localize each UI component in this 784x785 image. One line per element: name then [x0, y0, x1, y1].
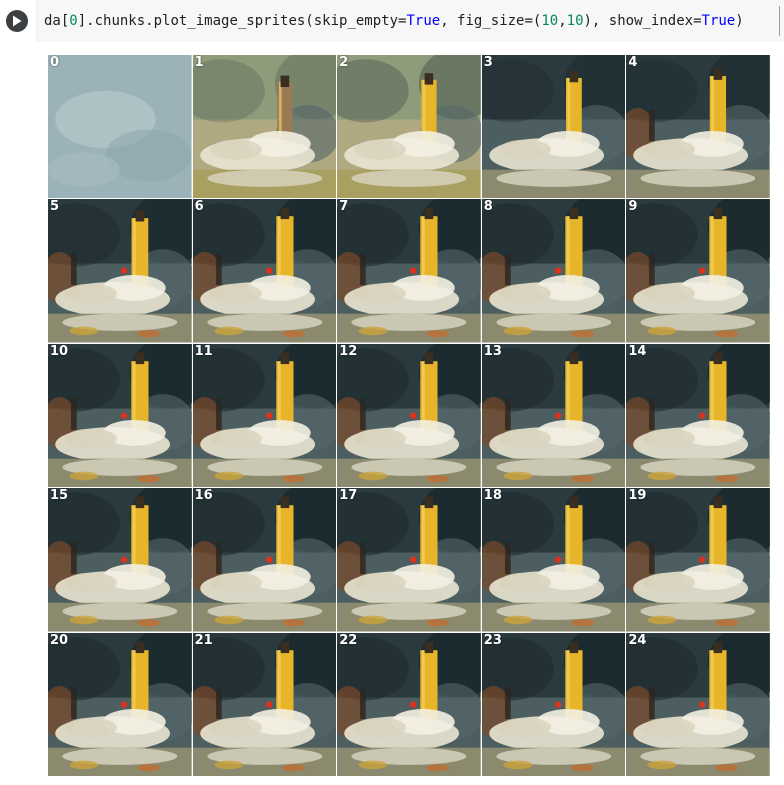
sprite-index-label: 0	[50, 55, 60, 70]
sprite-tile: 9	[626, 199, 770, 343]
code-keyword: True	[406, 13, 441, 29]
code-text: , fig_size=(	[440, 13, 542, 29]
run-cell-button[interactable]	[6, 10, 28, 32]
sprite-image	[337, 488, 481, 632]
code-text: ].chunks.plot_image_sprites(skip_empty=	[77, 13, 407, 29]
sprite-image	[192, 632, 337, 776]
sprite-index-label: 2	[339, 55, 349, 70]
text-caret	[779, 6, 780, 36]
sprite-index-label: 17	[339, 488, 358, 504]
sprite-grid-output: 0 1 2 3 4 5 6 7 8 9 10 11 12 13 14 15 16 17 18 19 20 21 22 23 24	[48, 55, 770, 776]
sprite-image	[48, 343, 192, 488]
sprite-tile: 7	[337, 199, 481, 343]
sprite-tile: 6	[192, 199, 337, 343]
sprite-index-label: 11	[194, 343, 213, 359]
code-line: da[0].chunks.plot_image_sprites(skip_emp…	[44, 11, 744, 31]
sprite-index-label: 20	[50, 632, 69, 648]
sprite-index-label: 21	[194, 632, 213, 648]
sprite-tile: 14	[626, 343, 770, 488]
sprite-index-label: 15	[50, 488, 69, 504]
code-number: 10	[566, 13, 584, 29]
sprite-index-label: 16	[194, 488, 213, 504]
sprite-index-label: 9	[628, 199, 638, 215]
code-text: da[	[44, 13, 70, 29]
sprite-image	[48, 199, 192, 343]
sprite-image	[192, 55, 337, 199]
sprite-image	[626, 343, 770, 488]
sprite-tile: 1	[192, 55, 337, 199]
sprite-image	[481, 488, 626, 632]
sprite-index-label: 14	[628, 343, 647, 359]
sprite-tile: 18	[481, 488, 626, 632]
sprite-index-label: 24	[628, 632, 647, 648]
sprite-image	[192, 488, 337, 632]
sprite-image	[48, 632, 192, 776]
sprite-image	[192, 343, 337, 488]
sprite-tile: 12	[337, 343, 481, 488]
sprite-tile: 3	[481, 55, 626, 199]
sprite-index-label: 19	[628, 488, 647, 504]
sprite-index-label: 23	[483, 632, 502, 648]
sprite-index-label: 10	[50, 343, 69, 359]
sprite-image	[626, 199, 770, 343]
sprite-index-label: 6	[194, 199, 204, 215]
sprite-index-label: 5	[50, 199, 60, 215]
code-text: ,	[558, 13, 567, 29]
sprite-image	[481, 55, 626, 199]
sprite-image	[481, 199, 626, 343]
sprite-index-label: 12	[339, 343, 358, 359]
sprite-tile: 22	[337, 632, 481, 776]
sprite-image	[626, 488, 770, 632]
sprite-index-label: 8	[483, 199, 493, 215]
sprite-image	[481, 343, 626, 488]
sprite-tile: 4	[626, 55, 770, 199]
sprite-tile: 13	[481, 343, 626, 488]
sprite-image	[481, 632, 626, 776]
sprite-image	[192, 199, 337, 343]
sprite-image	[48, 55, 192, 199]
sprite-index-label: 18	[483, 488, 502, 504]
sprite-tile: 11	[192, 343, 337, 488]
code-text: ), show_index=	[583, 13, 702, 29]
sprite-index-label: 1	[194, 55, 204, 70]
sprite-index-label: 4	[628, 55, 638, 70]
sprite-tile: 0	[48, 55, 192, 199]
sprite-tile: 2	[337, 55, 481, 199]
code-keyword: True	[701, 13, 736, 29]
play-icon	[13, 15, 22, 27]
sprite-tile: 24	[626, 632, 770, 776]
sprite-image	[337, 55, 481, 199]
sprite-tile: 20	[48, 632, 192, 776]
code-number: 10	[541, 13, 559, 29]
sprite-index-label: 3	[483, 55, 493, 70]
sprite-tile: 15	[48, 488, 192, 632]
sprite-tile: 23	[481, 632, 626, 776]
code-editor[interactable]: da[0].chunks.plot_image_sprites(skip_emp…	[36, 0, 784, 42]
sprite-image	[337, 343, 481, 488]
sprite-tile: 21	[192, 632, 337, 776]
sprite-image	[626, 55, 770, 199]
sprite-index-label: 13	[483, 343, 502, 359]
sprite-tile: 8	[481, 199, 626, 343]
sprite-image	[337, 632, 481, 776]
code-text: )	[735, 13, 744, 29]
sprite-tile: 10	[48, 343, 192, 488]
notebook-code-cell: da[0].chunks.plot_image_sprites(skip_emp…	[0, 0, 784, 785]
sprite-tile: 16	[192, 488, 337, 632]
sprite-index-label: 7	[339, 199, 349, 215]
sprite-image	[48, 488, 192, 632]
sprite-tile: 19	[626, 488, 770, 632]
sprite-image	[626, 632, 770, 776]
sprite-tile: 5	[48, 199, 192, 343]
sprite-tile: 17	[337, 488, 481, 632]
code-number: 0	[69, 13, 78, 29]
sprite-image	[337, 199, 481, 343]
sprite-index-label: 22	[339, 632, 358, 648]
